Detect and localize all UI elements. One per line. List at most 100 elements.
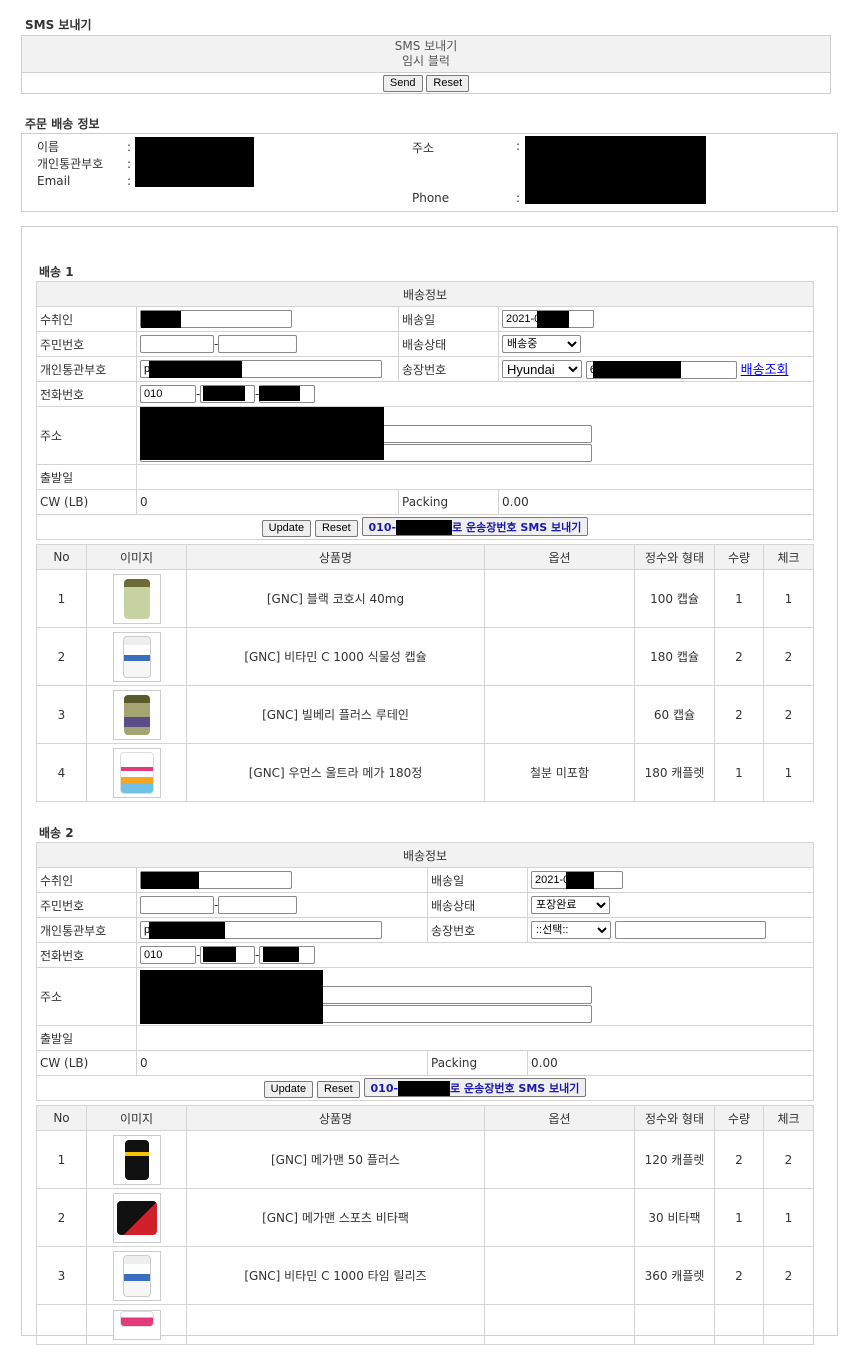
col-check: 체크	[763, 544, 814, 570]
product-form: 60 캡슐	[634, 685, 715, 744]
carrier-select[interactable]: ::선택::	[531, 921, 611, 940]
phone-first-input[interactable]	[140, 385, 196, 403]
table-row: 1 [GNC] 메가맨 50 플러스 120 캐플렛 2 2	[36, 1130, 814, 1189]
col-no: No	[36, 544, 87, 570]
carrier-select[interactable]: Hyundai	[502, 359, 582, 378]
cw-label: CW (LB)	[36, 489, 137, 515]
customs-label: 개인통관부호	[36, 917, 137, 943]
status-label: 배송상태	[398, 331, 499, 357]
product-name: [GNC] 메가맨 50 플러스	[186, 1130, 485, 1189]
ssn-second-input[interactable]	[218, 896, 297, 914]
reset-button[interactable]: Reset	[314, 519, 358, 537]
tracking-label: 송장번호	[427, 917, 528, 943]
update-button[interactable]: Update	[261, 519, 312, 537]
sms-box-subtitle: 임시 블럭	[402, 54, 450, 68]
order-address-colon: :	[516, 139, 521, 153]
cw-value: 0	[136, 489, 399, 515]
product-image[interactable]	[112, 1309, 161, 1340]
shipment-1-info-table: 배송정보 수취인 배송일 주민번호 - 배송상태 배송중 개인통관부호 송장번호…	[35, 281, 815, 540]
product-name: [GNC] 블랙 코호시 40mg	[186, 569, 485, 628]
table-row: 3 [GNC] 비타민 C 1000 타임 릴리즈 360 캐플렛 2 2	[36, 1246, 814, 1305]
product-image[interactable]	[112, 747, 161, 798]
phone-redacted-1	[203, 386, 245, 401]
update-button[interactable]: Update	[263, 1080, 314, 1098]
status-select[interactable]: 배송중	[502, 335, 581, 353]
phone-first-input[interactable]	[140, 946, 196, 964]
status-select[interactable]: 포장완료	[531, 896, 610, 914]
order-customs-colon: :	[127, 157, 132, 171]
product-check: 2	[763, 1246, 814, 1305]
shipment-2-info-header: 배송정보	[35, 842, 815, 868]
product-image[interactable]	[112, 573, 161, 624]
product-image[interactable]	[112, 1134, 161, 1185]
ship-date-label: 배송일	[427, 867, 528, 893]
product-check: 1	[763, 743, 814, 802]
col-form: 정수와 형태	[634, 544, 715, 570]
reset-button[interactable]: Reset	[316, 1080, 360, 1098]
product-qty: 2	[714, 627, 764, 686]
col-check: 체크	[763, 1105, 814, 1131]
product-check: 2	[763, 627, 814, 686]
product-image[interactable]	[112, 1192, 161, 1243]
product-qty: 2	[714, 1130, 764, 1189]
product-option	[484, 685, 635, 744]
customs-label: 개인통관부호	[36, 356, 137, 382]
product-option	[484, 1246, 635, 1305]
product-check: 2	[763, 1130, 814, 1189]
sms-send-button[interactable]: Send	[382, 75, 423, 92]
sms-tracking-prefix: 010-	[368, 520, 397, 534]
ssn-first-input[interactable]	[140, 896, 214, 914]
table-row: 3 [GNC] 빌베리 플러스 루테인 60 캡슐 2 2	[36, 685, 814, 744]
sms-tracking-redacted	[398, 1081, 451, 1097]
sms-tracking-redacted	[396, 520, 453, 536]
order-name-redacted	[135, 137, 254, 187]
order-phone-label: Phone	[412, 191, 450, 205]
address-redacted	[140, 407, 384, 460]
shipment-1-title: 배송 1	[39, 265, 74, 279]
product-qty: 1	[714, 569, 764, 628]
product-no: 3	[36, 685, 87, 744]
phone-label: 전화번호	[36, 381, 137, 407]
table-row	[36, 1304, 814, 1345]
ssn-first-input[interactable]	[140, 335, 214, 353]
col-no: No	[36, 1105, 87, 1131]
col-product-name: 상품명	[186, 1105, 485, 1131]
product-form: 30 비타팩	[634, 1188, 715, 1247]
sms-tracking-button[interactable]: 010- 로 운송장번호 SMS 보내기	[363, 1078, 587, 1098]
table-row: 1 [GNC] 블랙 코호시 40mg 100 캡슐 1 1	[36, 569, 814, 628]
product-option	[484, 627, 635, 686]
sms-tracking-button[interactable]: 010- 로 운송장번호 SMS 보내기	[361, 517, 589, 537]
product-image[interactable]	[112, 689, 161, 740]
product-qty: 2	[714, 1246, 764, 1305]
product-option: 철분 미포함	[484, 743, 635, 802]
order-customs-label: 개인통관부호	[37, 157, 104, 171]
sms-reset-button[interactable]: Reset	[426, 75, 470, 92]
col-qty: 수량	[714, 544, 764, 570]
product-form: 120 캐플렛	[634, 1130, 715, 1189]
product-check: 1	[763, 569, 814, 628]
product-no: 2	[36, 627, 87, 686]
col-image: 이미지	[86, 544, 187, 570]
product-image[interactable]	[112, 631, 161, 682]
recipient-label: 수취인	[36, 867, 137, 893]
product-form: 100 캡슐	[634, 569, 715, 628]
product-form: 180 캐플렛	[634, 743, 715, 802]
shipment-1-info-header: 배송정보	[35, 281, 815, 307]
table-row: 2 [GNC] 메가맨 스포츠 비타팩 30 비타팩 1 1	[36, 1188, 814, 1247]
product-qty: 1	[714, 743, 764, 802]
phone-redacted-1	[203, 947, 236, 962]
table-row: 2 [GNC] 비타민 C 1000 식물성 캡슐 180 캡슐 2 2	[36, 627, 814, 686]
product-name: [GNC] 비타민 C 1000 타임 릴리즈	[186, 1246, 485, 1305]
table-row: 4 [GNC] 우먼스 울트라 메가 180정 철분 미포함 180 캐플렛 1…	[36, 743, 814, 802]
product-check: 2	[763, 685, 814, 744]
product-name: [GNC] 빌베리 플러스 루테인	[186, 685, 485, 744]
product-image[interactable]	[112, 1250, 161, 1301]
sms-panel: SMS 보내기 임시 블럭 Send Reset	[21, 35, 831, 94]
depart-label: 출발일	[36, 1025, 137, 1051]
product-no: 1	[36, 1130, 87, 1189]
product-qty: 1	[714, 1188, 764, 1247]
ssn-second-input[interactable]	[218, 335, 297, 353]
tracking-lookup-link[interactable]: 배송조회	[741, 363, 789, 378]
tracking-input[interactable]	[614, 920, 766, 939]
ssn-label: 주민번호	[36, 331, 137, 357]
